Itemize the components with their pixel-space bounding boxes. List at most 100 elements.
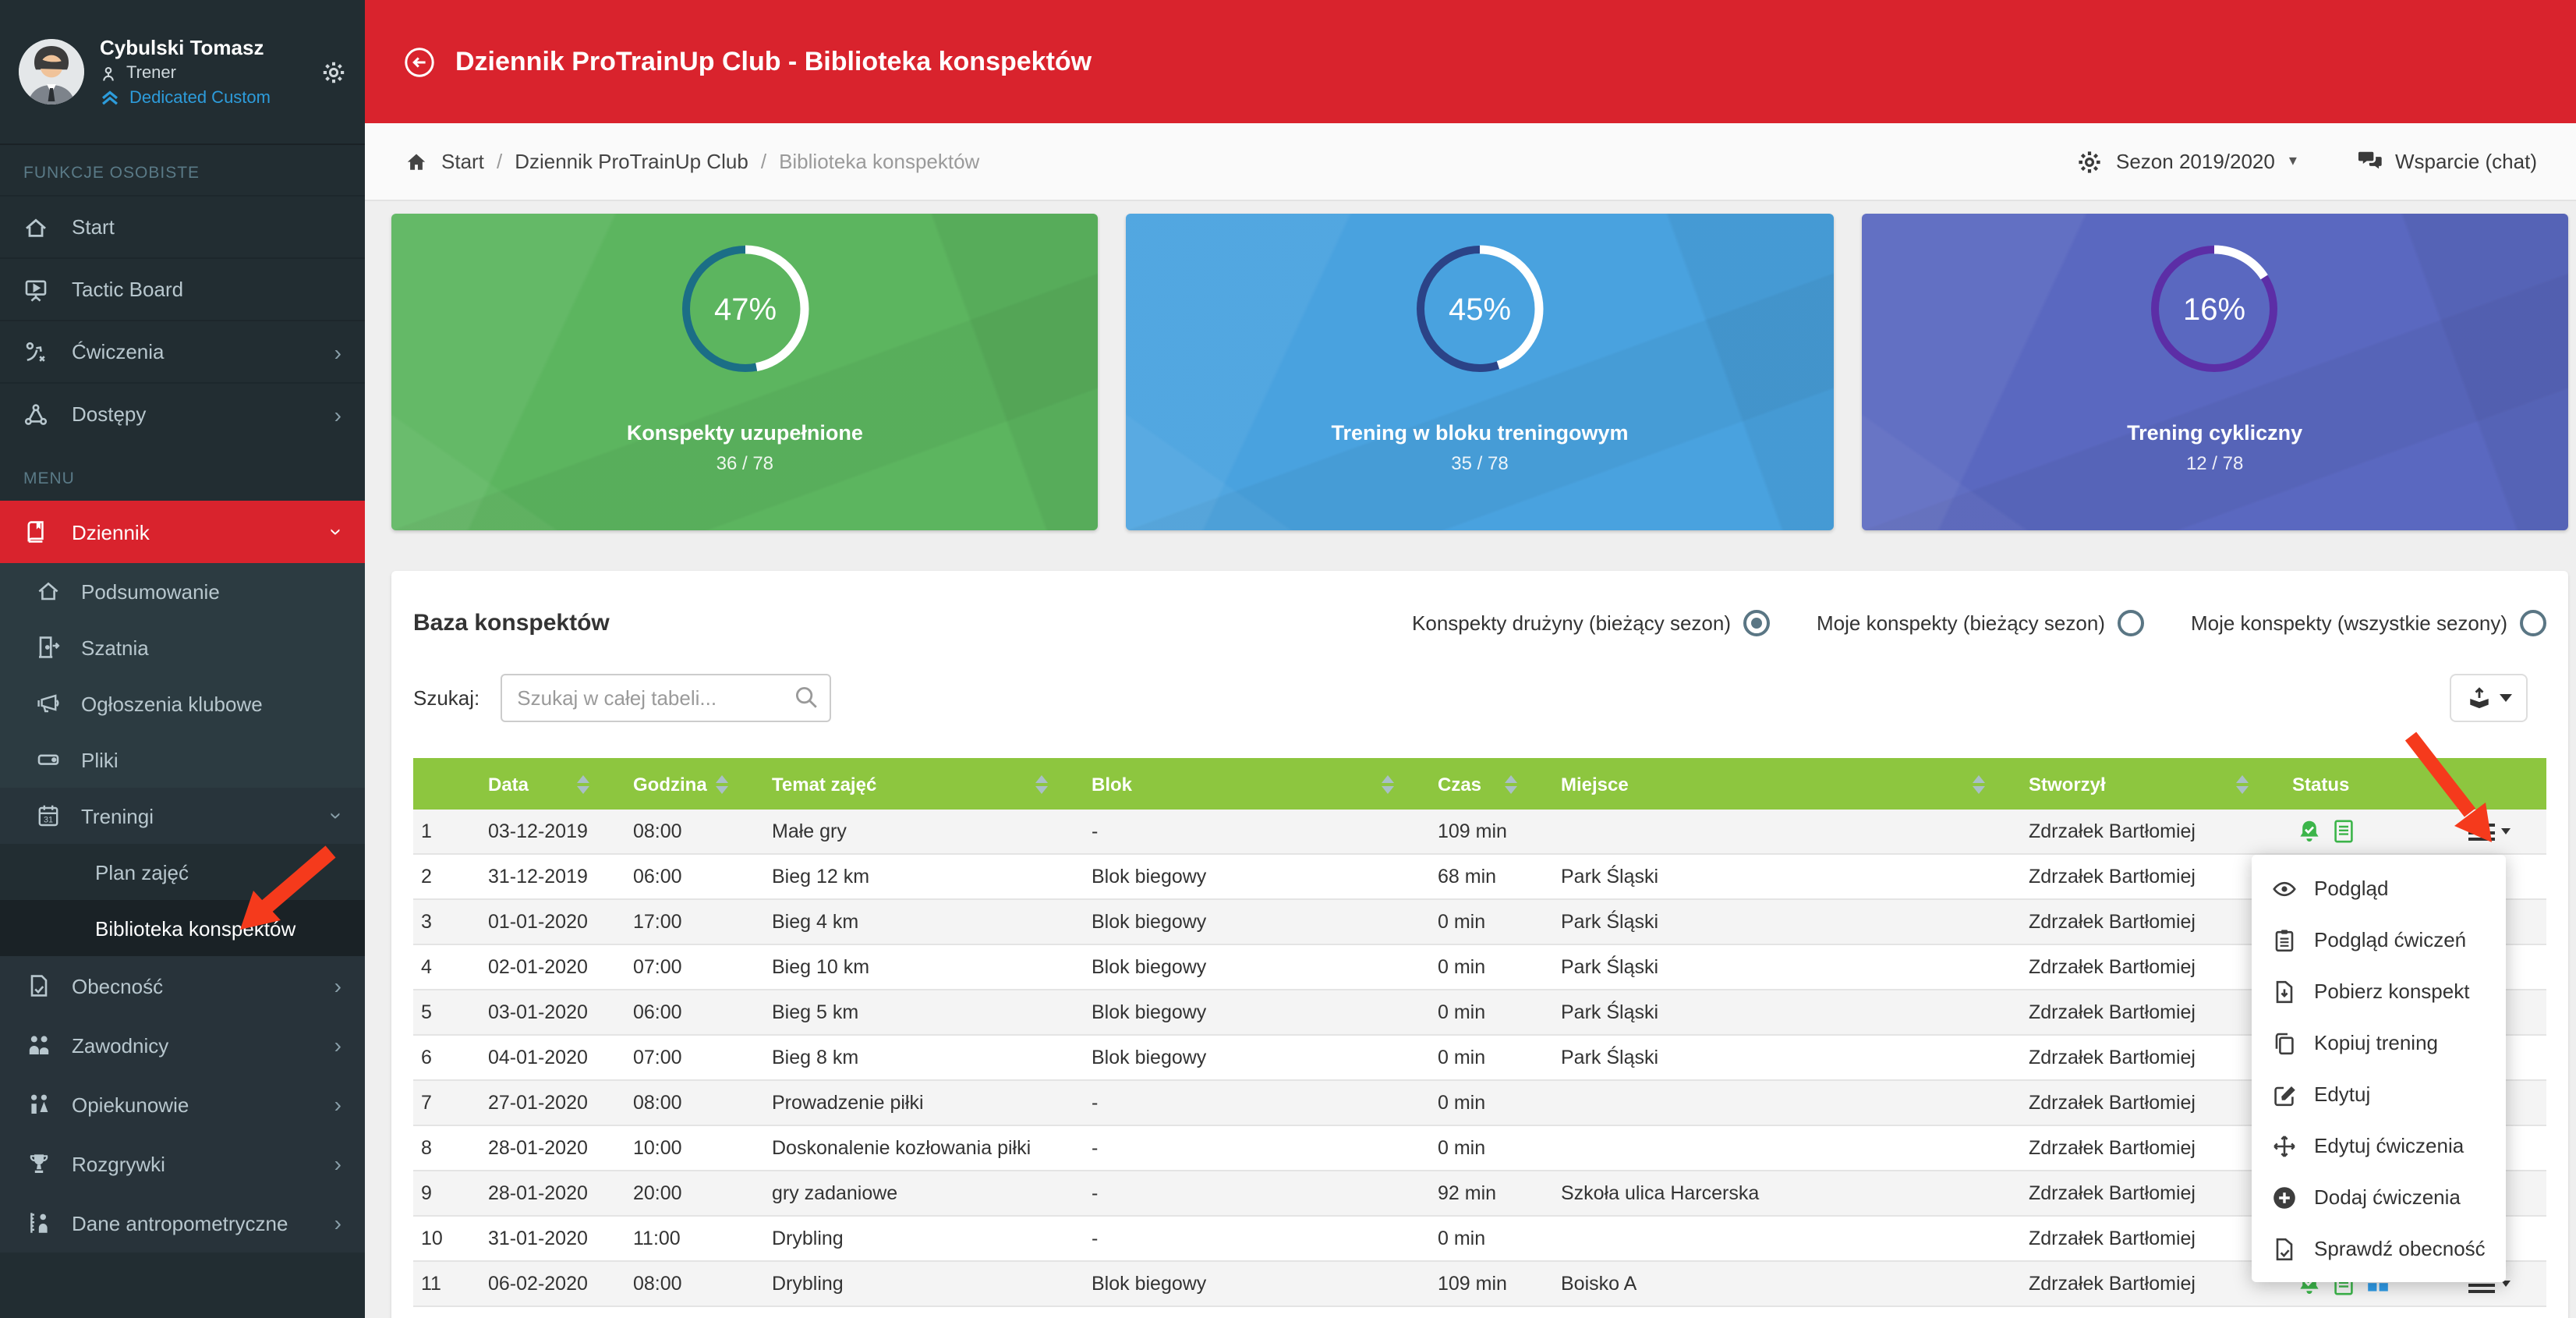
row-actions-dropdown: Podgląd Podgląd ćwiczeń Pobierz konspekt… [2252, 855, 2506, 1282]
sidebar-item-plan-zajec[interactable]: Plan zajęć [0, 844, 365, 900]
chevron-down-icon: › [327, 812, 349, 819]
radio-dot[interactable] [2118, 610, 2144, 636]
chevron-right-icon: › [334, 403, 341, 425]
column-header-blok[interactable]: Blok [1092, 758, 1438, 810]
baza-konspektow-panel: Baza konspektów Konspekty drużyny (bieżą… [391, 571, 2568, 1318]
sidebar-item-dostepy[interactable]: Dostępy › [0, 382, 365, 445]
guardians-icon [27, 1092, 51, 1117]
sidebar-item-zawodnicy[interactable]: Zawodnicy › [0, 1015, 365, 1075]
export-button[interactable] [2450, 674, 2528, 722]
sidebar-item-dane-antropometryczne[interactable]: Dane antropometryczne › [0, 1193, 365, 1252]
gear-icon [2077, 149, 2102, 174]
home-icon[interactable] [404, 151, 429, 172]
card-label: Konspekty uzupełnione [627, 421, 863, 445]
document-check-icon [27, 973, 51, 998]
table-row: 1 03-12-2019 08:00 Małe gry - 109 min Zd… [413, 810, 2546, 855]
search-input[interactable] [500, 674, 830, 722]
column-header-temat[interactable]: Temat zajęć [772, 758, 1092, 810]
table-row: 1106-02-202008:00DryblingBlok biegowy109… [413, 1262, 2546, 1307]
card-label: Trening cykliczny [2127, 421, 2302, 445]
sidebar-item-biblioteka-konspektow[interactable]: Biblioteka konspektów [0, 900, 365, 956]
settings-gear-icon[interactable] [321, 58, 346, 85]
sidebar-item-obecnosc[interactable]: Obecność › [0, 956, 365, 1015]
menu-item-pobierz-konspekt[interactable]: Pobierz konspekt [2252, 965, 2506, 1017]
sort-icon[interactable] [1035, 774, 1048, 793]
menu-item-kopiuj-trening[interactable]: Kopiuj trening [2252, 1017, 2506, 1068]
add-circle-icon [2272, 1185, 2297, 1210]
breadcrumb-start[interactable]: Start [441, 150, 484, 173]
table-row: 828-01-202010:00Doskonalenie kozłowania … [413, 1126, 2546, 1171]
tactic-board-icon [23, 277, 48, 302]
sidebar-item-opiekunowie[interactable]: Opiekunowie › [0, 1075, 365, 1134]
calendar-icon: 31 [36, 803, 61, 828]
user-profile: Cybulski Tomasz Trener Dedicated Custom [0, 0, 365, 145]
radio-konspekty-druzyny[interactable]: Konspekty drużyny (bieżący sezon) [1412, 610, 1770, 636]
sidebar-item-pliki[interactable]: Pliki [0, 732, 365, 788]
menu-item-dodaj-cwiczenia[interactable]: Dodaj ćwiczenia [2252, 1171, 2506, 1223]
table-row: 231-12-201906:00Bieg 12 kmBlok biegowy68… [413, 855, 2546, 900]
menu-item-sprawdz-obecnosc[interactable]: Sprawdź obecność [2252, 1223, 2506, 1274]
support-label: Wsparcie (chat) [2395, 150, 2537, 173]
home-icon [36, 579, 61, 604]
sidebar-item-szatnia[interactable]: Szatnia [0, 619, 365, 675]
sort-icon[interactable] [2236, 774, 2249, 793]
table-row: 301-01-202017:00Bieg 4 kmBlok biegowy0 m… [413, 900, 2546, 945]
menu-item-podglad-cwiczen[interactable]: Podgląd ćwiczeń [2252, 914, 2506, 965]
eye-icon [2272, 876, 2297, 901]
back-button[interactable] [404, 46, 435, 77]
radio-dot[interactable] [2520, 610, 2546, 636]
chevron-right-icon: › [334, 1153, 341, 1175]
profile-plan[interactable]: Dedicated Custom [129, 88, 271, 107]
chevron-right-icon: › [334, 1093, 341, 1115]
table-row: 1031-01-202011:00Drybling-0 minZdrzałek … [413, 1217, 2546, 1262]
row-actions-menu-button[interactable] [2468, 823, 2511, 840]
stat-cards: 47% Konspekty uzupełnione 36 / 78 45% Tr… [391, 214, 2568, 530]
column-header-godzina[interactable]: Godzina [633, 758, 772, 810]
sidebar-item-start[interactable]: Start [0, 195, 365, 257]
sidebar-item-tactic-board[interactable]: Tactic Board [0, 257, 365, 320]
chevron-down-icon [2501, 828, 2511, 834]
sort-icon[interactable] [1505, 774, 1517, 793]
sort-icon[interactable] [1382, 774, 1394, 793]
breadcrumb-bar: Start / Dziennik ProTrainUp Club / Bibli… [365, 123, 2576, 201]
home-icon [23, 214, 48, 239]
column-header-czas[interactable]: Czas [1438, 758, 1561, 810]
menu-item-podglad[interactable]: Podgląd [2252, 863, 2506, 914]
sidebar-item-rozgrywki[interactable]: Rozgrywki › [0, 1134, 365, 1193]
column-header-miejsce[interactable]: Miejsce [1561, 758, 2029, 810]
column-header-index [413, 758, 488, 810]
main-content: 47% Konspekty uzupełnione 36 / 78 45% Tr… [365, 201, 2576, 1318]
table-row: 402-01-202007:00Bieg 10 kmBlok biegowy0 … [413, 945, 2546, 990]
menu-item-edytuj-cwiczenia[interactable]: Edytuj ćwiczenia [2252, 1120, 2506, 1171]
support-chat-link[interactable]: Wsparcie (chat) [2358, 150, 2537, 173]
sort-icon[interactable] [1973, 774, 1985, 793]
page-title: Dziennik ProTrainUp Club - Biblioteka ko… [455, 46, 1092, 77]
dziennik-submenu: Podsumowanie Szatnia Ogłoszenia klubowe … [0, 563, 365, 956]
svg-text:31: 31 [44, 815, 53, 824]
progress-ring: 16% [2150, 243, 2281, 374]
column-header-data[interactable]: Data [488, 758, 633, 810]
sort-icon[interactable] [577, 774, 589, 793]
radio-moje-konspekty-wszystkie[interactable]: Moje konspekty (wszystkie sezony) [2191, 610, 2546, 636]
sidebar-item-dziennik[interactable]: Dziennik › [0, 501, 365, 563]
sidebar-item-ogloszenia[interactable]: Ogłoszenia klubowe [0, 675, 365, 732]
konspekty-table: Data Godzina Temat zajęć Blok Czas Miejs… [413, 758, 2546, 1307]
season-selector[interactable]: Sezon 2019/2020 ▾ [2077, 149, 2297, 174]
clipboard-icon [2272, 927, 2297, 952]
sort-icon[interactable] [716, 774, 728, 793]
table-header: Data Godzina Temat zajęć Blok Czas Miejs… [413, 758, 2546, 810]
breadcrumb-current: Biblioteka konspektów [779, 150, 979, 173]
sidebar-item-cwiczenia[interactable]: Ćwiczenia › [0, 320, 365, 382]
profile-name: Cybulski Tomasz [100, 36, 271, 59]
radio-moje-konspekty-sezon[interactable]: Moje konspekty (bieżący sezon) [1817, 610, 2144, 636]
breadcrumb-dziennik[interactable]: Dziennik ProTrainUp Club [515, 150, 748, 173]
profile-role: Trener [126, 64, 176, 83]
chevron-right-icon: › [334, 1034, 341, 1056]
sidebar-item-treningi[interactable]: 31 Treningi › [0, 788, 365, 844]
stat-card-konspekty: 47% Konspekty uzupełnione 36 / 78 [391, 214, 1099, 530]
column-header-stworzyl[interactable]: Stworzył [2029, 758, 2292, 810]
sidebar-item-podsumowanie[interactable]: Podsumowanie [0, 563, 365, 619]
menu-item-edytuj[interactable]: Edytuj [2252, 1068, 2506, 1120]
chevron-right-icon: › [334, 341, 341, 363]
radio-dot[interactable] [1743, 610, 1770, 636]
